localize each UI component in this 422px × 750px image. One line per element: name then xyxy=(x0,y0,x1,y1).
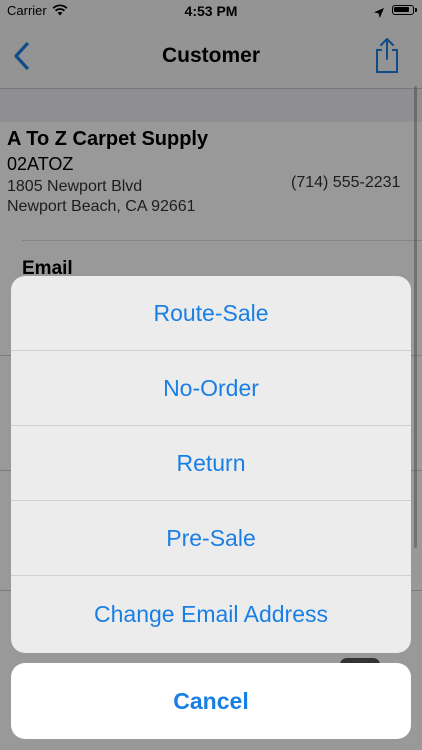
route-sale-button[interactable]: Route-Sale xyxy=(11,276,411,351)
pre-sale-button[interactable]: Pre-Sale xyxy=(11,501,411,576)
action-sheet: Route-Sale No-Order Return Pre-Sale Chan… xyxy=(11,276,411,653)
cancel-button[interactable]: Cancel xyxy=(11,663,411,739)
change-email-address-button[interactable]: Change Email Address xyxy=(11,576,411,653)
no-order-button[interactable]: No-Order xyxy=(11,351,411,426)
scroll-indicator xyxy=(414,86,417,548)
return-button[interactable]: Return xyxy=(11,426,411,501)
